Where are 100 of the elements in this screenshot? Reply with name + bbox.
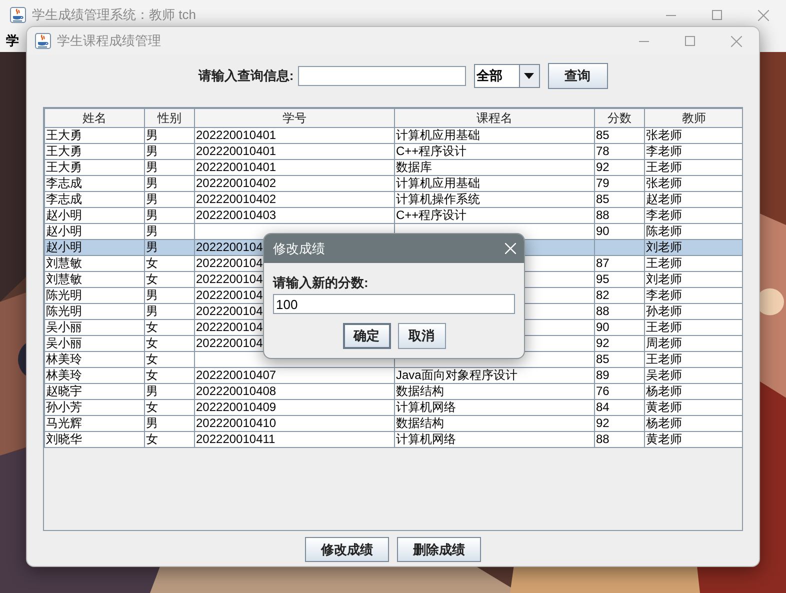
query-label: 请输入查询信息: (198, 67, 294, 86)
table-row[interactable]: 赵小明 男 202220010403 C++程序设计 88 李老师 (44, 208, 742, 224)
table-cell: 女 (146, 272, 158, 286)
table-cell: 吴小丽 (46, 336, 82, 350)
table-cell: 杨老师 (646, 416, 682, 430)
table-cell: 88 (596, 432, 610, 446)
table-row[interactable]: 赵晓宇 男 202220010408 数据结构 76 杨老师 (44, 384, 742, 400)
table-cell: 202220010402 (196, 176, 276, 190)
score-prompt: 请输入新的分数: (273, 275, 370, 291)
table-row[interactable]: 李志成 男 202220010402 计算机操作系统 85 赵老师 (44, 192, 742, 208)
column-header[interactable]: 姓名 (44, 108, 144, 128)
table-row[interactable]: 王大勇 男 202220010401 计算机应用基础 85 张老师 (44, 128, 742, 144)
table-cell: 数据库 (396, 160, 432, 174)
table-row[interactable]: 王大勇 男 202220010401 数据库 92 王老师 (44, 160, 742, 176)
window-title: 学生成绩管理系统：教师 tch (32, 6, 196, 24)
column-header[interactable]: 性别 (144, 108, 194, 128)
table-row[interactable]: 马光辉 男 202220010410 数据结构 92 杨老师 (44, 416, 742, 432)
table-cell: 计算机应用基础 (396, 128, 480, 142)
table-cell: 202220010402 (196, 192, 276, 206)
table-cell: 赵晓宇 (46, 384, 82, 398)
table-cell: 刘慧敏 (46, 256, 82, 270)
table-cell: 赵小明 (46, 208, 82, 222)
table-cell: 202220010401 (196, 128, 276, 142)
table-cell: 202220010408 (196, 384, 276, 398)
table-cell: 女 (146, 368, 158, 382)
table-cell: 202220010401 (196, 160, 276, 174)
table-cell: 张老师 (646, 128, 682, 142)
table-cell: 2022200104 (196, 320, 263, 334)
table-cell: 王大勇 (46, 144, 82, 158)
table-cell: 男 (146, 240, 158, 254)
table-cell: 202220010407 (196, 368, 276, 382)
table-cell: 2022200104 (196, 288, 263, 302)
score-field[interactable]: 100 (273, 294, 515, 314)
table-cell: 马光辉 (46, 416, 82, 430)
window-title: 学生课程成绩管理 (57, 32, 161, 50)
maximize-icon (712, 10, 722, 20)
close-icon (758, 10, 768, 20)
table-cell: 85 (596, 192, 610, 206)
action-button[interactable]: 删除成绩 (397, 537, 481, 562)
table-row[interactable]: 李志成 男 202220010402 计算机应用基础 79 张老师 (44, 176, 742, 192)
table-cell: 男 (146, 160, 158, 174)
table-cell: C++程序设计 (396, 208, 467, 222)
table-cell: 李志成 (46, 192, 82, 206)
close-icon (730, 36, 742, 46)
table-cell: 76 (596, 384, 610, 398)
table-cell: 2022200104 (196, 272, 263, 286)
table-cell: 90 (596, 320, 610, 334)
table-cell: 赵小明 (46, 240, 82, 254)
query-field[interactable] (298, 66, 466, 86)
table-cell: 87 (596, 256, 610, 270)
table-cell: 88 (596, 208, 610, 222)
menu-item[interactable]: 学 (6, 31, 19, 51)
table-cell: 张老师 (646, 176, 682, 190)
table-cell: 女 (146, 336, 158, 350)
filter-dropdown[interactable]: 全部 (474, 64, 540, 88)
table-cell: 88 (596, 304, 610, 318)
table-cell: 202220010409 (196, 400, 276, 414)
table-cell: 陈光明 (46, 304, 82, 318)
minimize-icon (639, 40, 649, 42)
table-cell: 周老师 (646, 336, 682, 350)
table-cell: 男 (146, 176, 158, 190)
table-cell: 刘晓华 (46, 432, 82, 446)
table-cell: 男 (146, 192, 158, 206)
query-button[interactable]: 查询 (548, 63, 608, 89)
table-cell: 杨老师 (646, 384, 682, 398)
table-cell: 90 (596, 224, 610, 238)
table-cell: 孙老师 (646, 304, 682, 318)
column-header[interactable]: 课程名 (394, 108, 594, 128)
table-cell: 85 (596, 128, 610, 142)
table-cell: 计算机应用基础 (396, 176, 480, 190)
table-cell: 李志成 (46, 176, 82, 190)
table-cell: 202220010411 (196, 432, 276, 446)
table-cell: 数据结构 (396, 384, 444, 398)
table-cell: 数据结构 (396, 416, 444, 430)
table-row[interactable]: 刘晓华 女 202220010411 计算机网络 88 黄老师 (44, 432, 742, 448)
coffee-cup-icon (35, 33, 51, 49)
table-row[interactable]: 王大勇 男 202220010401 C++程序设计 78 李老师 (44, 144, 742, 160)
table-cell: 王老师 (646, 160, 682, 174)
dialog-button[interactable]: 确定 (342, 323, 390, 349)
table-cell: 计算机网络 (396, 400, 456, 414)
table-row[interactable]: 孙小芳 女 202220010409 计算机网络 84 黄老师 (44, 400, 742, 416)
table-cell: 女 (146, 320, 158, 334)
table-cell: 李老师 (646, 208, 682, 222)
column-header[interactable]: 分数 (594, 108, 644, 128)
column-header[interactable]: 教师 (644, 108, 742, 128)
coffee-cup-icon (10, 7, 26, 23)
table-cell: 92 (596, 416, 610, 430)
action-button[interactable]: 修改成绩 (305, 537, 389, 562)
table-cell: 吴老师 (646, 368, 682, 382)
table-cell: 78 (596, 144, 610, 158)
dialog-button[interactable]: 取消 (398, 323, 446, 349)
table-cell: 男 (146, 128, 158, 142)
table-cell: 陈老师 (646, 224, 682, 238)
close-icon[interactable] (505, 243, 516, 254)
table-row[interactable]: 林美玲 女 202220010407 Java面向对象程序设计 89 吴老师 (44, 368, 742, 384)
table-cell: 女 (146, 352, 158, 366)
table-cell: 王老师 (646, 256, 682, 270)
column-header[interactable]: 学号 (194, 108, 394, 128)
table-cell: 男 (146, 144, 158, 158)
table-cell: 林美玲 (46, 352, 82, 366)
